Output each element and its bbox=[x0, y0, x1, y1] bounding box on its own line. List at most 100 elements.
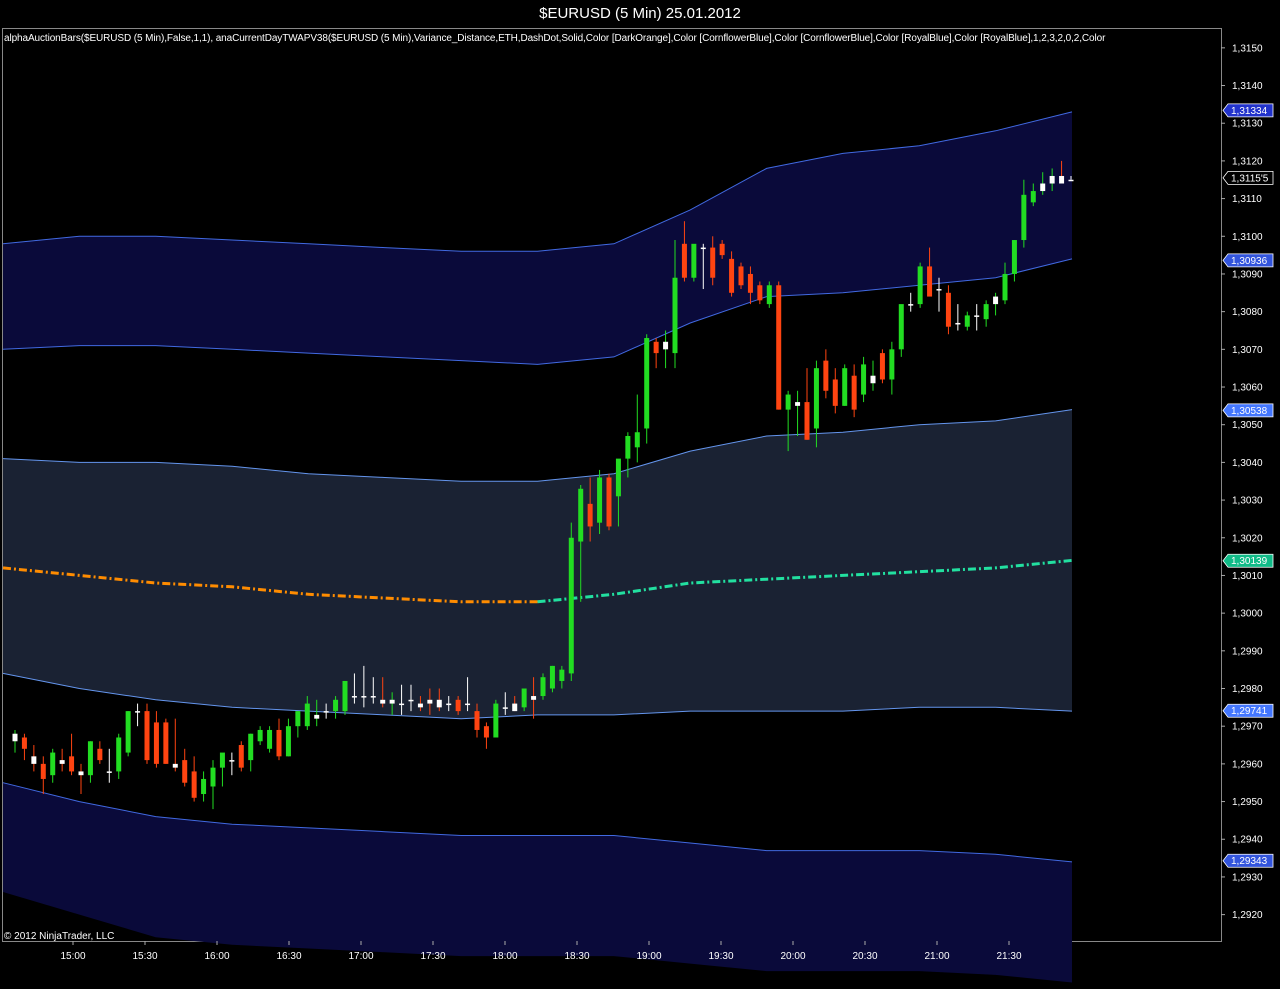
candle-body bbox=[342, 680, 348, 712]
candle-body bbox=[446, 703, 452, 706]
upper-outer-band bbox=[3, 111, 1072, 365]
candle-body bbox=[549, 665, 555, 689]
x-tick-label: 15:30 bbox=[132, 951, 157, 962]
candle-body bbox=[257, 729, 263, 742]
candle-body bbox=[521, 688, 527, 708]
candle bbox=[823, 349, 829, 399]
candle-body bbox=[795, 402, 801, 406]
candle-body bbox=[116, 737, 122, 772]
candle-body bbox=[248, 733, 254, 761]
candle-body bbox=[531, 696, 537, 700]
candle bbox=[955, 304, 961, 331]
candle-body bbox=[483, 726, 489, 738]
y-tick-label: 1,3100 bbox=[1232, 232, 1263, 243]
candle-body bbox=[40, 763, 46, 779]
candle-body bbox=[172, 763, 178, 768]
candle-body bbox=[747, 273, 753, 293]
candle bbox=[12, 729, 18, 753]
y-tick-label: 1,3020 bbox=[1232, 533, 1263, 544]
candle bbox=[116, 733, 122, 779]
candle-body bbox=[323, 711, 329, 713]
candle bbox=[795, 390, 801, 437]
candle-body bbox=[97, 748, 103, 761]
candle-body bbox=[1049, 175, 1055, 184]
candle-body bbox=[238, 745, 244, 768]
x-tick-label: 19:00 bbox=[636, 951, 661, 962]
price-marker: 1,29343 bbox=[1222, 853, 1274, 868]
candle-body bbox=[879, 353, 885, 380]
y-tick-label: 1,2990 bbox=[1232, 646, 1263, 657]
candle bbox=[257, 726, 263, 746]
x-tick-label: 18:30 bbox=[564, 951, 589, 962]
candle-body bbox=[578, 488, 584, 542]
candle-body bbox=[106, 771, 112, 773]
candle bbox=[917, 262, 923, 308]
x-tick-label: 19:30 bbox=[708, 951, 733, 962]
candle-body bbox=[964, 315, 970, 327]
candle-body bbox=[474, 711, 480, 730]
candle-body bbox=[823, 360, 829, 391]
candle-body bbox=[1021, 194, 1027, 241]
candle bbox=[879, 349, 885, 384]
x-tick-label: 20:00 bbox=[780, 951, 805, 962]
candle-body bbox=[153, 722, 159, 764]
candle-body bbox=[389, 699, 395, 704]
inner-band-fill bbox=[3, 409, 1072, 719]
price-marker: 1,30936 bbox=[1222, 253, 1274, 268]
candle-body bbox=[21, 737, 27, 749]
candle bbox=[851, 364, 857, 418]
candle-body bbox=[898, 304, 904, 350]
candle-body bbox=[842, 368, 848, 406]
y-tick-label: 1,2930 bbox=[1232, 872, 1263, 883]
y-tick-label: 1,2970 bbox=[1232, 722, 1263, 733]
x-tick-label: 18:00 bbox=[492, 951, 517, 962]
candle-body bbox=[710, 247, 716, 278]
candle bbox=[97, 741, 103, 764]
candle-body bbox=[78, 771, 84, 776]
candle-body bbox=[644, 338, 650, 429]
candle bbox=[776, 281, 782, 410]
candle-body bbox=[945, 292, 951, 327]
y-tick-label: 1,3010 bbox=[1232, 571, 1263, 582]
candle-body bbox=[399, 703, 405, 706]
price-marker: 1,30538 bbox=[1222, 403, 1274, 418]
x-tick-label: 16:30 bbox=[276, 951, 301, 962]
price-marker: 1,29741 bbox=[1222, 703, 1274, 718]
candle-body bbox=[540, 677, 546, 697]
candle-body bbox=[625, 436, 631, 459]
candle-body bbox=[917, 266, 923, 305]
candle bbox=[163, 718, 169, 764]
candle-body bbox=[295, 711, 301, 727]
candle bbox=[766, 281, 772, 308]
candle bbox=[493, 699, 499, 738]
candle-body bbox=[606, 477, 612, 527]
candle bbox=[691, 243, 697, 282]
candle bbox=[153, 711, 159, 768]
twap-bands bbox=[2, 111, 1073, 983]
candle bbox=[69, 733, 75, 776]
candle bbox=[125, 711, 131, 757]
candle-body bbox=[634, 432, 640, 448]
candle bbox=[1011, 240, 1017, 282]
candle-body bbox=[502, 707, 508, 709]
candle-body bbox=[870, 375, 876, 384]
candle-body bbox=[1059, 175, 1065, 184]
candle-body bbox=[465, 703, 471, 706]
candle-body bbox=[31, 756, 37, 764]
candle-body bbox=[1030, 191, 1036, 203]
candle bbox=[267, 726, 273, 753]
candle bbox=[276, 718, 282, 761]
candle bbox=[248, 733, 254, 772]
candle bbox=[738, 262, 744, 290]
copyright-text: © 2012 NinjaTrader, LLC bbox=[4, 931, 115, 942]
candle-body bbox=[776, 285, 782, 410]
x-tick-label: 21:00 bbox=[924, 951, 949, 962]
price-chart[interactable]: 1,2920 1,2930 1,2940 1,2950 1,2960 1,2970 1,29… bbox=[0, 0, 1280, 989]
candle-body bbox=[738, 266, 744, 286]
candle-body bbox=[285, 726, 291, 757]
candle-body bbox=[653, 341, 659, 354]
candle-body bbox=[163, 722, 169, 764]
candle-body bbox=[436, 699, 442, 708]
candle-body bbox=[1011, 240, 1017, 274]
candle bbox=[210, 760, 216, 810]
